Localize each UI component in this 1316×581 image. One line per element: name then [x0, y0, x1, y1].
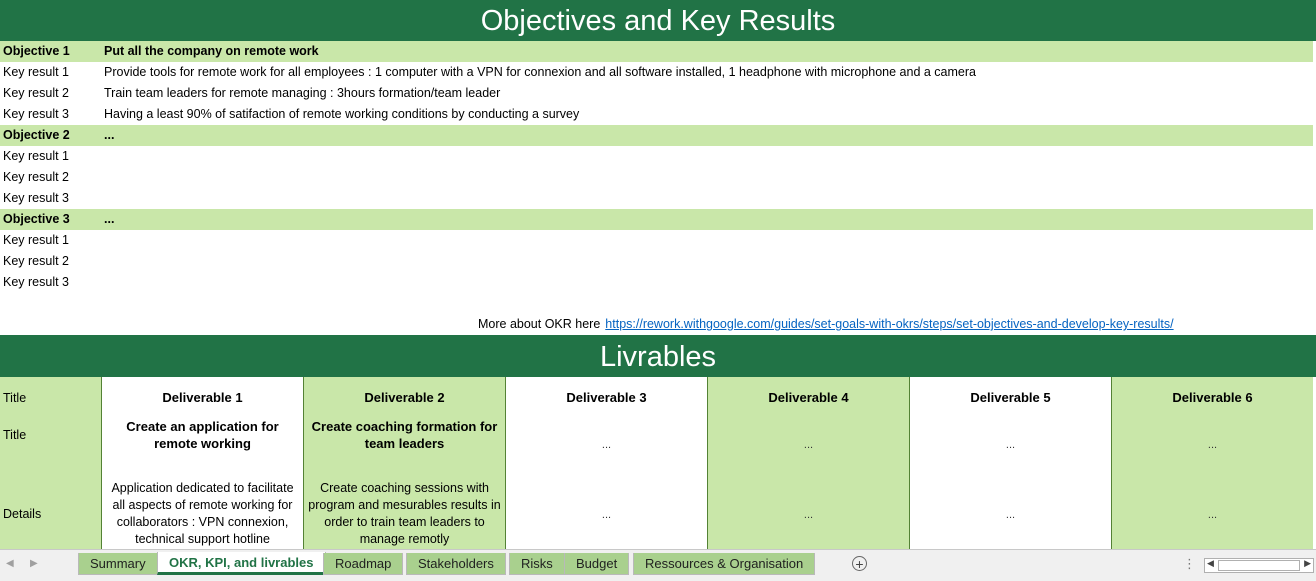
scroll-right-icon[interactable]: ▶ — [1304, 558, 1311, 569]
key-result-label: Key result 1 — [3, 233, 70, 247]
objective-row[interactable]: Objective 2 ... — [0, 125, 1313, 146]
deliverable-header: Deliverable 1 — [162, 390, 243, 405]
deliverable-name: Create coaching formation for team leade… — [311, 419, 498, 451]
tab-budget[interactable]: Budget — [564, 553, 630, 575]
deliverable-column[interactable]: Deliverable 1 Create an application for … — [101, 377, 303, 549]
key-result-row[interactable]: Key result 2 Train team leaders for remo… — [0, 83, 1313, 104]
key-result-label: Key result 3 — [3, 191, 70, 205]
vertical-dots-icon[interactable]: ⋮ — [1183, 556, 1196, 572]
deliverable-column[interactable]: Deliverable 6 ... ... — [1111, 377, 1313, 549]
objective-text: Put all the company on remote work — [104, 44, 319, 58]
deliverable-header: Deliverable 2 — [364, 390, 445, 405]
key-result-label: Key result 2 — [3, 254, 70, 268]
key-result-row[interactable]: Key result 1 Provide tools for remote wo… — [0, 62, 1313, 83]
tab-risks[interactable]: Risks — [509, 553, 565, 575]
deliverable-details: Create coaching sessions with program an… — [308, 481, 501, 546]
deliverable-column[interactable]: Deliverable 3 ... ... — [505, 377, 707, 549]
deliverable-details: ... — [1005, 509, 1016, 521]
key-result-row[interactable]: Key result 2 — [0, 251, 1313, 272]
deliverable-header: Deliverable 5 — [970, 390, 1051, 405]
spreadsheet-grid[interactable]: Objectives and Key Results Objective 1 P… — [0, 0, 1316, 549]
deliverable-column[interactable]: Deliverable 2 Create coaching formation … — [303, 377, 505, 549]
deliverable-details: ... — [601, 509, 612, 521]
objective-label: Objective 3 — [3, 212, 70, 226]
livrables-title: Livrables — [0, 335, 1316, 377]
tab-stakeholders[interactable]: Stakeholders — [406, 553, 506, 575]
deliverable-name: ... — [803, 439, 814, 451]
objective-text: ... — [104, 212, 115, 226]
key-result-label: Key result 1 — [3, 149, 70, 163]
key-result-label: Key result 3 — [3, 107, 70, 121]
tab-summary[interactable]: Summary — [78, 553, 158, 575]
key-result-row[interactable]: Key result 1 — [0, 230, 1313, 251]
okr-more-label: More about OKR here — [478, 317, 601, 331]
deliverable-header: Deliverable 6 — [1172, 390, 1253, 405]
scrollbar-thumb[interactable] — [1218, 560, 1300, 571]
objective-row[interactable]: Objective 1 Put all the company on remot… — [0, 41, 1313, 62]
objective-text: ... — [104, 128, 115, 142]
deliverable-details: Application dedicated to facilitate all … — [111, 481, 294, 546]
deliverable-name: Create an application for remote working — [126, 419, 279, 451]
row-label-title: Title — [3, 391, 27, 405]
deliverable-name: ... — [601, 439, 612, 451]
triangle-left-icon[interactable]: ◀ — [6, 558, 14, 569]
deliverable-name: ... — [1207, 439, 1218, 451]
horizontal-scrollbar[interactable]: ◀ ▶ — [1204, 558, 1314, 573]
deliverable-column[interactable]: Deliverable 4 ... ... — [707, 377, 909, 549]
key-result-label: Key result 1 — [3, 65, 70, 79]
key-result-row[interactable]: Key result 3 — [0, 272, 1313, 293]
deliverable-header: Deliverable 3 — [566, 390, 647, 405]
tab-okr-kpi-livrables[interactable]: OKR, KPI, and livrables — [157, 552, 326, 575]
objective-label: Objective 1 — [3, 44, 70, 58]
key-result-text: Having a least 90% of satifaction of rem… — [104, 107, 580, 121]
deliverable-column[interactable]: Deliverable 5 ... ... — [909, 377, 1111, 549]
deliverable-header: Deliverable 4 — [768, 390, 849, 405]
key-result-text: Provide tools for remote work for all em… — [104, 65, 976, 79]
row-label-title: Title — [3, 428, 27, 442]
key-result-row[interactable]: Key result 3 Having a least 90% of satif… — [0, 104, 1313, 125]
objective-row[interactable]: Objective 3 ... — [0, 209, 1313, 230]
triangle-right-icon[interactable]: ▶ — [30, 558, 38, 569]
key-result-text: Train team leaders for remote managing :… — [104, 86, 501, 100]
deliverable-details: ... — [803, 509, 814, 521]
key-result-label: Key result 2 — [3, 170, 70, 184]
key-result-row[interactable]: Key result 3 — [0, 188, 1313, 209]
okr-more-info: More about OKR here https://rework.withgo… — [478, 314, 1174, 335]
okr-guide-link[interactable]: https://rework.withgoogle.com/guides/set… — [605, 317, 1173, 331]
tab-ressources-organisation[interactable]: Ressources & Organisation — [633, 553, 816, 575]
plus-circle-icon[interactable]: + — [852, 556, 867, 571]
tab-roadmap[interactable]: Roadmap — [323, 553, 404, 575]
scroll-left-icon[interactable]: ◀ — [1207, 558, 1214, 569]
key-result-row[interactable]: Key result 1 — [0, 146, 1313, 167]
row-label-details: Details — [3, 507, 42, 521]
deliverable-details: ... — [1207, 509, 1218, 521]
okr-title: Objectives and Key Results — [0, 0, 1316, 41]
key-result-label: Key result 3 — [3, 275, 70, 289]
objective-label: Objective 2 — [3, 128, 70, 142]
deliverable-name: ... — [1005, 439, 1016, 451]
key-result-label: Key result 2 — [3, 86, 70, 100]
key-result-row[interactable]: Key result 2 — [0, 167, 1313, 188]
sheet-tab-bar: ◀ ▶ Summary OKR, KPI, and livrables Road… — [0, 549, 1316, 581]
